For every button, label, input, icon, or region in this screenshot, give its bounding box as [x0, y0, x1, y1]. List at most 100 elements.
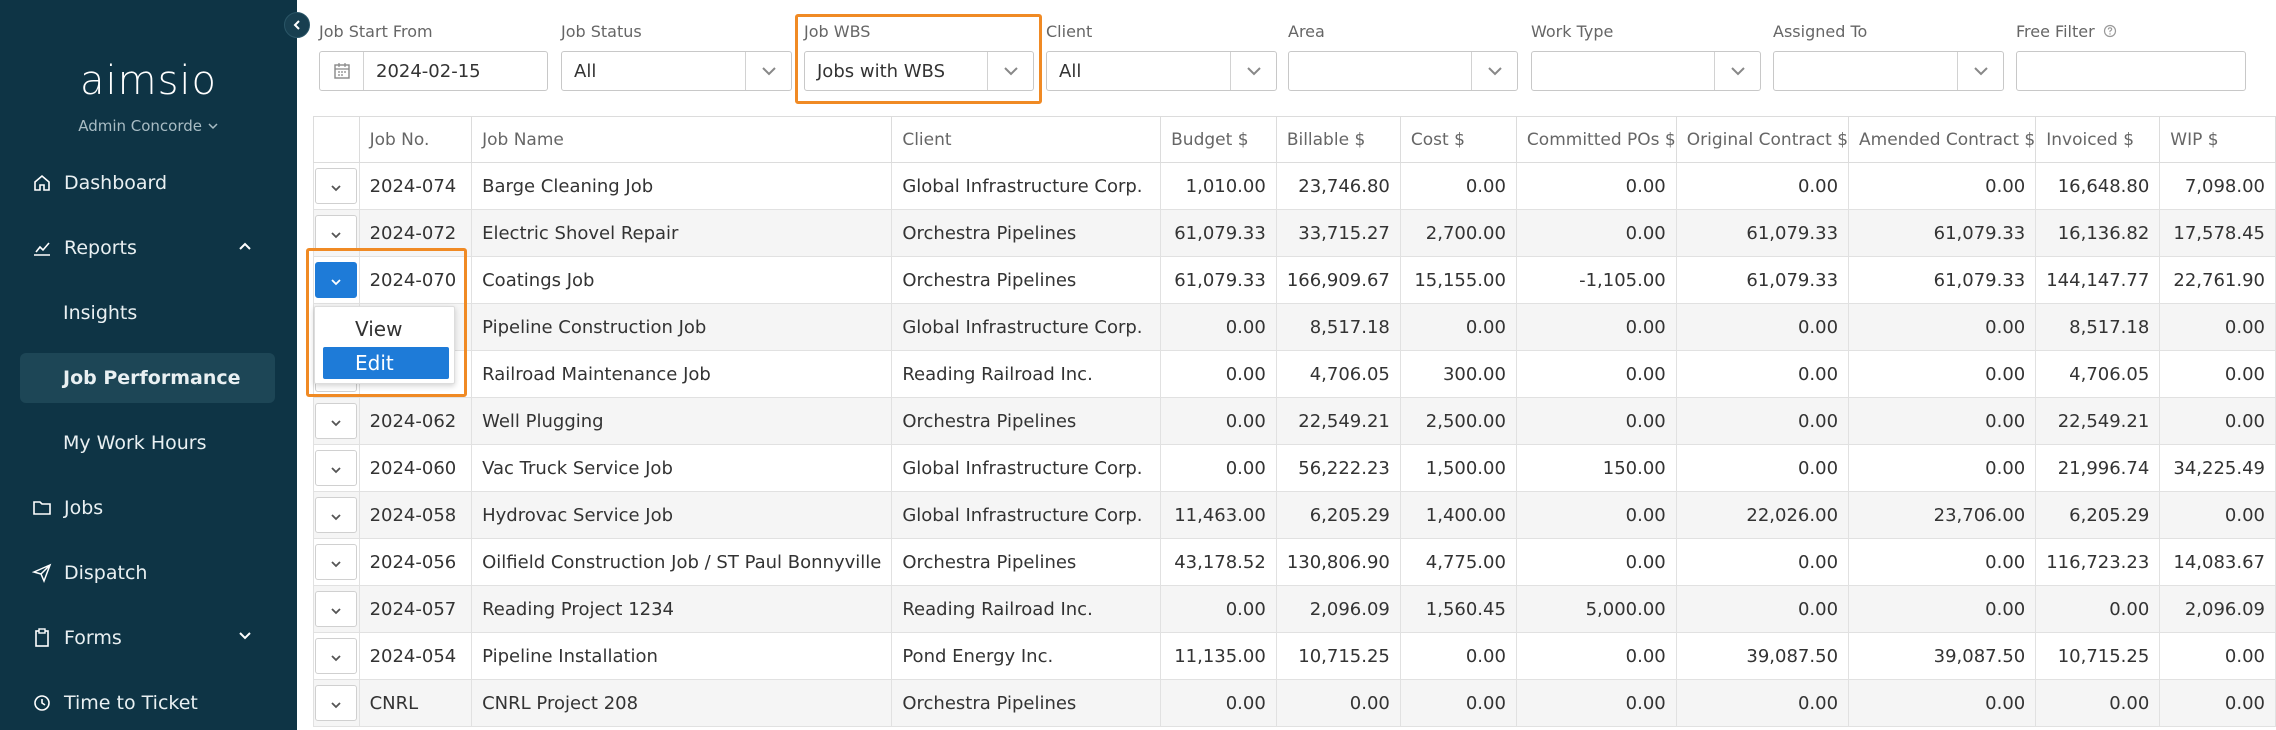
column-header[interactable]: Job No. [358, 116, 473, 163]
menu-item-edit[interactable]: Edit [323, 347, 449, 379]
table-row[interactable]: 2024-056 Oilfield Construction Job / ST P… [313, 538, 2276, 586]
client-select[interactable]: All [1046, 51, 1277, 91]
table-cell: 116,723.23 [2035, 538, 2161, 586]
table-cell: 5,000.00 [1515, 585, 1677, 633]
table-row[interactable]: 2024-060 Vac Truck Service Job Global Infr… [313, 444, 2276, 492]
table-cell: 1,010.00 [1160, 162, 1277, 210]
nav-reports[interactable]: Reports [20, 223, 275, 273]
nav-job-performance[interactable]: Job Performance [20, 353, 275, 403]
nav-time-to-ticket[interactable]: Time to Ticket [20, 678, 275, 728]
table-cell: 0.00 [1515, 632, 1677, 680]
table-cell: 1,400.00 [1399, 491, 1517, 539]
table-cell: -1,105.00 [1515, 256, 1677, 304]
nav-dashboard[interactable]: Dashboard [20, 158, 275, 208]
table-cell: 2024-072 [358, 209, 473, 257]
filter-label-area: Area [1288, 22, 1325, 41]
row-menu-button[interactable] [315, 591, 358, 627]
table-cell: 2024-070 [358, 256, 473, 304]
table-cell: 0.00 [1515, 303, 1677, 351]
table-cell: 0.00 [1848, 538, 2037, 586]
table-cell: Oilfield Construction Job / ST Paul Bonn… [471, 538, 893, 586]
assigned-to-select[interactable] [1773, 51, 2004, 91]
brand-logo: aimsio [79, 58, 217, 104]
row-menu-button[interactable] [315, 685, 358, 721]
chevron-down-icon [987, 52, 1033, 90]
row-menu-button[interactable] [315, 544, 358, 580]
help-icon[interactable] [2103, 24, 2117, 38]
table-cell: 4,706.05 [1275, 350, 1401, 398]
column-header[interactable]: Client [891, 116, 1162, 163]
table-cell: 0.00 [1399, 303, 1517, 351]
column-header[interactable]: WIP $ [2159, 116, 2276, 163]
table-row[interactable]: 2024-070 Coatings Job Orchestra Pipelines 6… [313, 256, 2276, 304]
table-row[interactable]: 2024-057 Reading Project 1234 Reading Rail… [313, 585, 2276, 633]
table-cell: 144,147.77 [2035, 256, 2161, 304]
row-menu-button[interactable] [315, 215, 358, 251]
nav-forms[interactable]: Forms [20, 613, 275, 663]
nav-label: Reports [64, 237, 137, 259]
nav-my-work-hours[interactable]: My Work Hours [20, 418, 275, 468]
nav-label: Jobs [64, 497, 104, 519]
table-row[interactable]: 2024-072 Electric Shovel Repair Orchestra … [313, 209, 2276, 257]
user-menu[interactable]: Admin Concorde [0, 117, 297, 135]
sidebar-collapse-button[interactable] [284, 12, 310, 38]
table-row[interactable]: CNRL CNRL Project 208 Orchestra Pipelines 0… [313, 679, 2276, 727]
table-cell: 0.00 [2035, 679, 2161, 727]
job-status-select[interactable]: All [561, 51, 792, 91]
table-cell: 0.00 [1675, 585, 1850, 633]
table-cell: 4,706.05 [2035, 350, 2161, 398]
table-cell: 43,178.52 [1160, 538, 1277, 586]
nav-label: Job Performance [63, 367, 241, 389]
chevron-down-icon [330, 693, 342, 714]
column-header[interactable]: Committed POs $ [1515, 116, 1677, 163]
chevron-up-icon [239, 242, 251, 250]
chevron-down-icon [1957, 52, 2003, 90]
chevron-down-icon [330, 599, 342, 620]
table-cell: 39,087.50 [1675, 632, 1850, 680]
job-start-date-input[interactable]: 2024-02-15 [319, 51, 548, 91]
row-action-cell [313, 679, 360, 727]
row-menu-button[interactable] [315, 262, 358, 298]
area-select[interactable] [1288, 51, 1518, 91]
row-menu-button[interactable] [315, 450, 358, 486]
nav-insights[interactable]: Insights [20, 288, 275, 338]
table-row[interactable]: 2024-054 Pipeline Installation Pond Energy… [313, 632, 2276, 680]
column-header[interactable]: Budget $ [1160, 116, 1277, 163]
table-cell: 2024-062 [358, 397, 473, 445]
table-cell: 61,079.33 [1160, 256, 1277, 304]
free-filter-input[interactable] [2016, 51, 2246, 91]
menu-item-view[interactable]: View [323, 313, 449, 345]
table-cell: 2,500.00 [1399, 397, 1517, 445]
nav-jobs[interactable]: Jobs [20, 483, 275, 533]
table-cell: Reading Project 1234 [471, 585, 893, 633]
chevron-down-icon [330, 552, 342, 573]
filter-label-work-type: Work Type [1531, 22, 1614, 41]
column-header[interactable]: Amended Contract $ [1848, 116, 2037, 163]
table-row[interactable]: 2024-062 Well Plugging Orchestra Pipelines… [313, 397, 2276, 445]
table-cell: 0.00 [1160, 350, 1277, 398]
table-row[interactable]: Pipeline Construction Job Global Infrastr… [313, 303, 2276, 351]
chevron-down-icon [1471, 52, 1517, 90]
row-menu-button[interactable] [315, 638, 358, 674]
filter-label-job-start: Job Start From [319, 22, 433, 41]
table-cell: 22,549.21 [1275, 397, 1401, 445]
table-row[interactable]: 2024-058 Hydrovac Service Job Global Infra… [313, 491, 2276, 539]
row-menu-button[interactable] [315, 497, 358, 533]
table-cell: 0.00 [1675, 397, 1850, 445]
work-type-select[interactable] [1531, 51, 1761, 91]
column-header[interactable]: Billable $ [1275, 116, 1401, 163]
row-menu-button[interactable] [315, 403, 358, 439]
chevron-down-icon [330, 270, 342, 291]
nav-label: Dispatch [64, 562, 148, 584]
column-header[interactable]: Job Name [471, 116, 893, 163]
chevron-down-icon [1714, 52, 1760, 90]
column-header[interactable]: Original Contract $ [1675, 116, 1850, 163]
job-wbs-select[interactable]: Jobs with WBS [804, 51, 1034, 91]
table-cell: 56,222.23 [1275, 444, 1401, 492]
column-header[interactable]: Invoiced $ [2035, 116, 2161, 163]
table-row[interactable]: Railroad Maintenance Job Reading Railroad… [313, 350, 2276, 398]
column-header[interactable]: Cost $ [1399, 116, 1517, 163]
nav-dispatch[interactable]: Dispatch [20, 548, 275, 598]
row-menu-button[interactable] [315, 168, 358, 204]
table-row[interactable]: 2024-074 Barge Cleaning Job Global Infrast… [313, 162, 2276, 210]
